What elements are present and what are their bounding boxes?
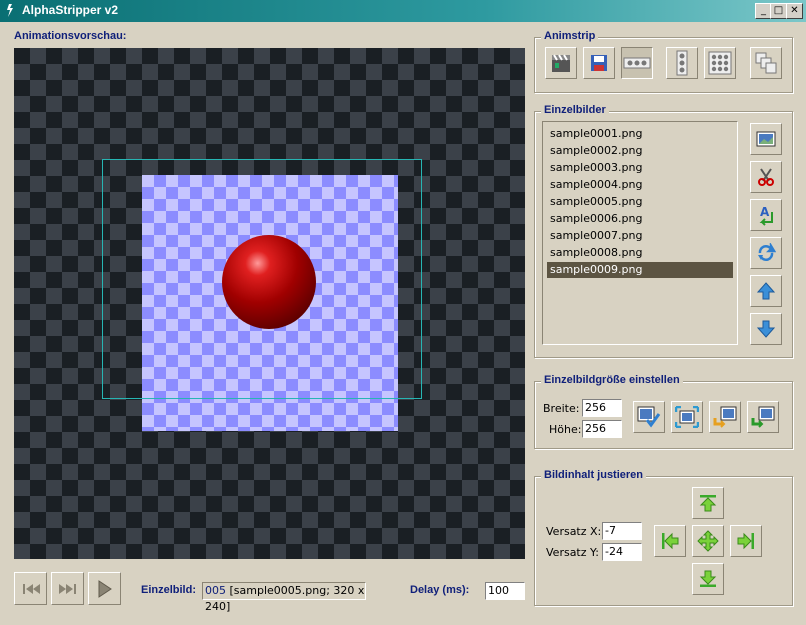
image-export-icon xyxy=(751,406,775,428)
offset-x-field[interactable]: -7 xyxy=(602,522,642,540)
play-button[interactable] xyxy=(88,572,121,605)
first-frame-button[interactable] xyxy=(14,572,47,605)
arrow-to-right-icon xyxy=(737,532,754,550)
vertical-layout-button[interactable] xyxy=(666,47,698,79)
arrow-to-bottom-icon xyxy=(699,570,717,587)
preview-label: Animationsvorschau: xyxy=(14,30,127,42)
list-item[interactable]: sample0006.png xyxy=(547,211,733,227)
list-item[interactable]: sample0008.png xyxy=(547,245,733,261)
skip-forward-icon xyxy=(58,583,76,594)
height-label: Höhe: xyxy=(549,423,582,436)
list-item[interactable]: sample0004.png xyxy=(547,177,733,193)
frame-number: 005 xyxy=(205,584,226,597)
delay-field[interactable]: 100 xyxy=(485,582,525,600)
save-strip-button[interactable] xyxy=(583,47,615,79)
align-top-button[interactable] xyxy=(692,487,724,519)
arrow-down-icon xyxy=(756,320,776,338)
new-strip-button[interactable] xyxy=(545,47,577,79)
minimize-icon: _ xyxy=(761,5,766,16)
align-bottom-button[interactable] xyxy=(692,563,724,595)
next-frame-button[interactable] xyxy=(51,572,84,605)
skip-back-icon xyxy=(22,583,40,594)
arrow-to-left-icon xyxy=(662,532,679,550)
list-item[interactable]: sample0007.png xyxy=(547,228,733,244)
frame-label: Einzelbild: xyxy=(141,584,196,596)
export-size-button[interactable] xyxy=(747,401,779,433)
align-left-button[interactable] xyxy=(654,525,686,557)
grid-layout-button[interactable] xyxy=(704,47,736,79)
image-icon xyxy=(756,131,776,147)
move-center-icon xyxy=(697,530,719,552)
window-title: AlphaStripper v2 xyxy=(22,3,119,17)
strip-vertical-icon xyxy=(676,50,688,76)
maximize-icon: □ xyxy=(773,5,784,16)
arrow-to-top-icon xyxy=(699,495,717,512)
strip-stack-icon xyxy=(755,52,777,74)
close-icon: ✕ xyxy=(790,5,799,16)
list-item-selected[interactable]: sample0009.png xyxy=(547,262,733,278)
list-item[interactable]: sample0002.png xyxy=(547,143,733,159)
move-up-button[interactable] xyxy=(750,275,782,307)
scissors-icon xyxy=(758,168,774,186)
refresh-icon xyxy=(758,243,776,261)
align-right-button[interactable] xyxy=(730,525,762,557)
frame-info-field: 005 [sample0005.png; 320 x 240] xyxy=(202,582,366,613)
list-item[interactable]: sample0003.png xyxy=(547,160,733,176)
frames-label: Einzelbilder xyxy=(541,104,609,116)
adjust-label: Bildinhalt justieren xyxy=(541,469,647,481)
expand-icon xyxy=(675,406,699,428)
play-icon xyxy=(98,579,112,598)
sprite-ball xyxy=(222,235,316,329)
maximize-button[interactable]: □ xyxy=(770,3,787,19)
offset-x-label: Versatz X: xyxy=(546,525,602,538)
app-window: AlphaStripper v2 _ □ ✕ Animationsvorscha… xyxy=(0,0,806,625)
delay-label: Delay (ms): xyxy=(410,584,470,596)
add-frame-button[interactable] xyxy=(750,123,782,155)
sort-az-icon: A xyxy=(759,205,773,226)
strip-grid-icon xyxy=(708,51,732,75)
clapperboard-icon xyxy=(552,54,570,72)
import-size-button[interactable] xyxy=(709,401,741,433)
strip-horizontal-icon xyxy=(623,57,651,69)
frames-list[interactable]: sample0001.png sample0002.png sample0003… xyxy=(542,121,738,345)
size-label: Einzelbildgröße einstellen xyxy=(541,374,683,386)
svg-text:A: A xyxy=(760,205,770,219)
height-field[interactable]: 256 xyxy=(582,420,622,438)
stacked-layout-button[interactable] xyxy=(750,47,782,79)
arrow-up-icon xyxy=(756,282,776,300)
animstrip-label: Animstrip xyxy=(541,30,599,42)
sort-frames-button[interactable]: A xyxy=(750,199,782,231)
image-check-icon xyxy=(637,406,661,428)
animation-preview[interactable] xyxy=(14,48,525,559)
move-down-button[interactable] xyxy=(750,313,782,345)
offset-y-label: Versatz Y: xyxy=(546,546,599,559)
width-label: Breite: xyxy=(543,402,580,415)
cut-frame-button[interactable] xyxy=(750,161,782,193)
offset-y-field[interactable]: -24 xyxy=(602,543,642,561)
close-button[interactable]: ✕ xyxy=(786,3,803,19)
title-bar[interactable]: AlphaStripper v2 _ □ ✕ xyxy=(0,0,806,22)
width-field[interactable]: 256 xyxy=(582,399,622,417)
save-icon xyxy=(591,55,607,71)
reverse-frames-button[interactable] xyxy=(750,237,782,269)
list-item[interactable]: sample0001.png xyxy=(547,126,733,142)
app-icon xyxy=(7,4,13,17)
horizontal-layout-button[interactable] xyxy=(621,47,653,79)
image-import-icon xyxy=(713,406,737,428)
align-center-button[interactable] xyxy=(692,525,724,557)
fit-size-button[interactable] xyxy=(671,401,703,433)
apply-size-button[interactable] xyxy=(633,401,665,433)
list-item[interactable]: sample0005.png xyxy=(547,194,733,210)
